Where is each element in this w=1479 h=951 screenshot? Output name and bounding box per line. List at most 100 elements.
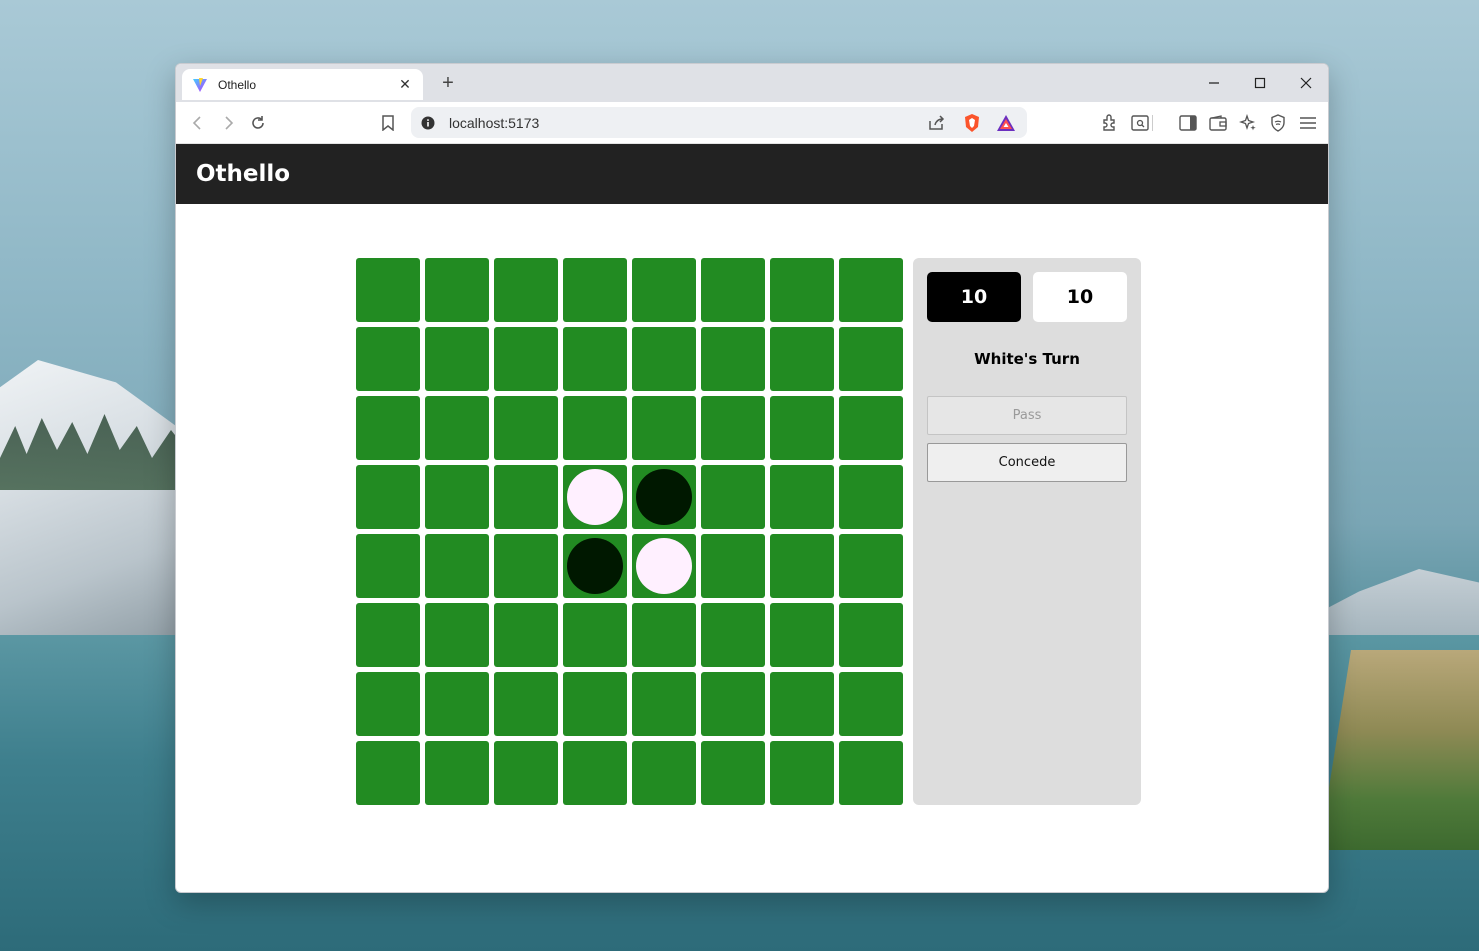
pass-button[interactable]: Pass [927,396,1127,435]
board-cell[interactable] [494,327,558,391]
board-cell[interactable] [494,603,558,667]
minimize-icon[interactable] [1191,64,1237,102]
board-cell[interactable] [839,741,903,805]
board-cell[interactable] [770,258,834,322]
board-cell[interactable] [632,534,696,598]
board-cell[interactable] [839,327,903,391]
url-text: localhost:5173 [449,114,540,131]
wallet-icon[interactable] [1206,111,1230,135]
browser-window: Othello ✕ + localhost:5173 Othello 10 10… [175,63,1329,893]
board-cell[interactable] [563,327,627,391]
board-cell[interactable] [563,396,627,460]
app-title: Othello [196,161,291,187]
game-panel: 10 10 White's Turn Pass Concede [913,258,1141,805]
board-cell[interactable] [425,327,489,391]
sidebar-icon[interactable] [1176,111,1200,135]
board-cell[interactable] [494,672,558,736]
board-cell[interactable] [632,258,696,322]
board-cell[interactable] [563,741,627,805]
concede-button[interactable]: Concede [927,443,1127,482]
board-cell[interactable] [494,534,558,598]
board-cell[interactable] [563,534,627,598]
back-icon[interactable] [186,111,210,135]
board-cell[interactable] [563,258,627,322]
brave-shields-icon[interactable] [960,111,984,135]
board-cell[interactable] [632,465,696,529]
board-cell[interactable] [356,465,420,529]
board-cell[interactable] [563,465,627,529]
board-cell[interactable] [425,258,489,322]
board-cell[interactable] [494,465,558,529]
board-cell[interactable] [425,465,489,529]
board-cell[interactable] [770,465,834,529]
board-cell[interactable] [356,741,420,805]
board-cell[interactable] [356,258,420,322]
board-cell[interactable] [839,258,903,322]
app-header: Othello [176,144,1328,204]
window-close-icon[interactable] [1283,64,1328,102]
board-cell[interactable] [632,672,696,736]
board-cell[interactable] [701,327,765,391]
new-tab-button[interactable]: + [436,71,460,95]
brave-rewards-icon[interactable] [994,111,1018,135]
board-cell[interactable] [425,672,489,736]
tab-strip: Othello ✕ + [176,64,1328,102]
board-cell[interactable] [632,396,696,460]
board-cell[interactable] [770,603,834,667]
board-cell[interactable] [425,741,489,805]
menu-icon[interactable] [1296,111,1320,135]
board-cell[interactable] [494,396,558,460]
share-icon[interactable] [924,111,948,135]
bookmark-icon[interactable] [376,111,400,135]
board-cell[interactable] [701,465,765,529]
board-cell[interactable] [770,741,834,805]
maximize-icon[interactable] [1237,64,1283,102]
board-cell[interactable] [563,603,627,667]
board-cell[interactable] [563,672,627,736]
board-cell[interactable] [770,327,834,391]
board-cell[interactable] [356,672,420,736]
white-disc [567,469,623,525]
extensions-icon[interactable] [1098,111,1122,135]
board-cell[interactable] [356,327,420,391]
site-info-icon[interactable] [421,116,435,130]
board-cell[interactable] [356,534,420,598]
board-cell[interactable] [701,396,765,460]
tab-title: Othello [218,77,257,92]
board-cell[interactable] [701,603,765,667]
board-cell[interactable] [701,258,765,322]
board-cell[interactable] [632,603,696,667]
board-cell[interactable] [701,534,765,598]
board-cell[interactable] [425,603,489,667]
forward-icon[interactable] [216,111,240,135]
board-cell[interactable] [770,534,834,598]
board-cell[interactable] [425,396,489,460]
leo-ai-icon[interactable] [1236,111,1260,135]
white-score: 10 [1033,272,1127,322]
board-cell[interactable] [425,534,489,598]
board-cell[interactable] [839,534,903,598]
board-cell[interactable] [494,741,558,805]
othello-board [356,258,903,805]
vite-logo-icon [193,77,207,92]
board-cell[interactable] [701,672,765,736]
board-cell[interactable] [632,741,696,805]
tab-close-icon[interactable]: ✕ [397,76,413,93]
reload-icon[interactable] [246,111,270,135]
browser-toolbar: localhost:5173 [176,102,1328,144]
board-cell[interactable] [770,672,834,736]
board-cell[interactable] [839,672,903,736]
black-disc [636,469,692,525]
tab-othello[interactable]: Othello ✕ [182,69,423,100]
board-cell[interactable] [839,465,903,529]
board-cell[interactable] [494,258,558,322]
board-cell[interactable] [632,327,696,391]
board-cell[interactable] [356,603,420,667]
board-cell[interactable] [356,396,420,460]
board-cell[interactable] [839,603,903,667]
board-cell[interactable] [839,396,903,460]
search-tab-icon[interactable] [1128,111,1152,135]
board-cell[interactable] [701,741,765,805]
vpn-shield-icon[interactable] [1266,111,1290,135]
board-cell[interactable] [770,396,834,460]
